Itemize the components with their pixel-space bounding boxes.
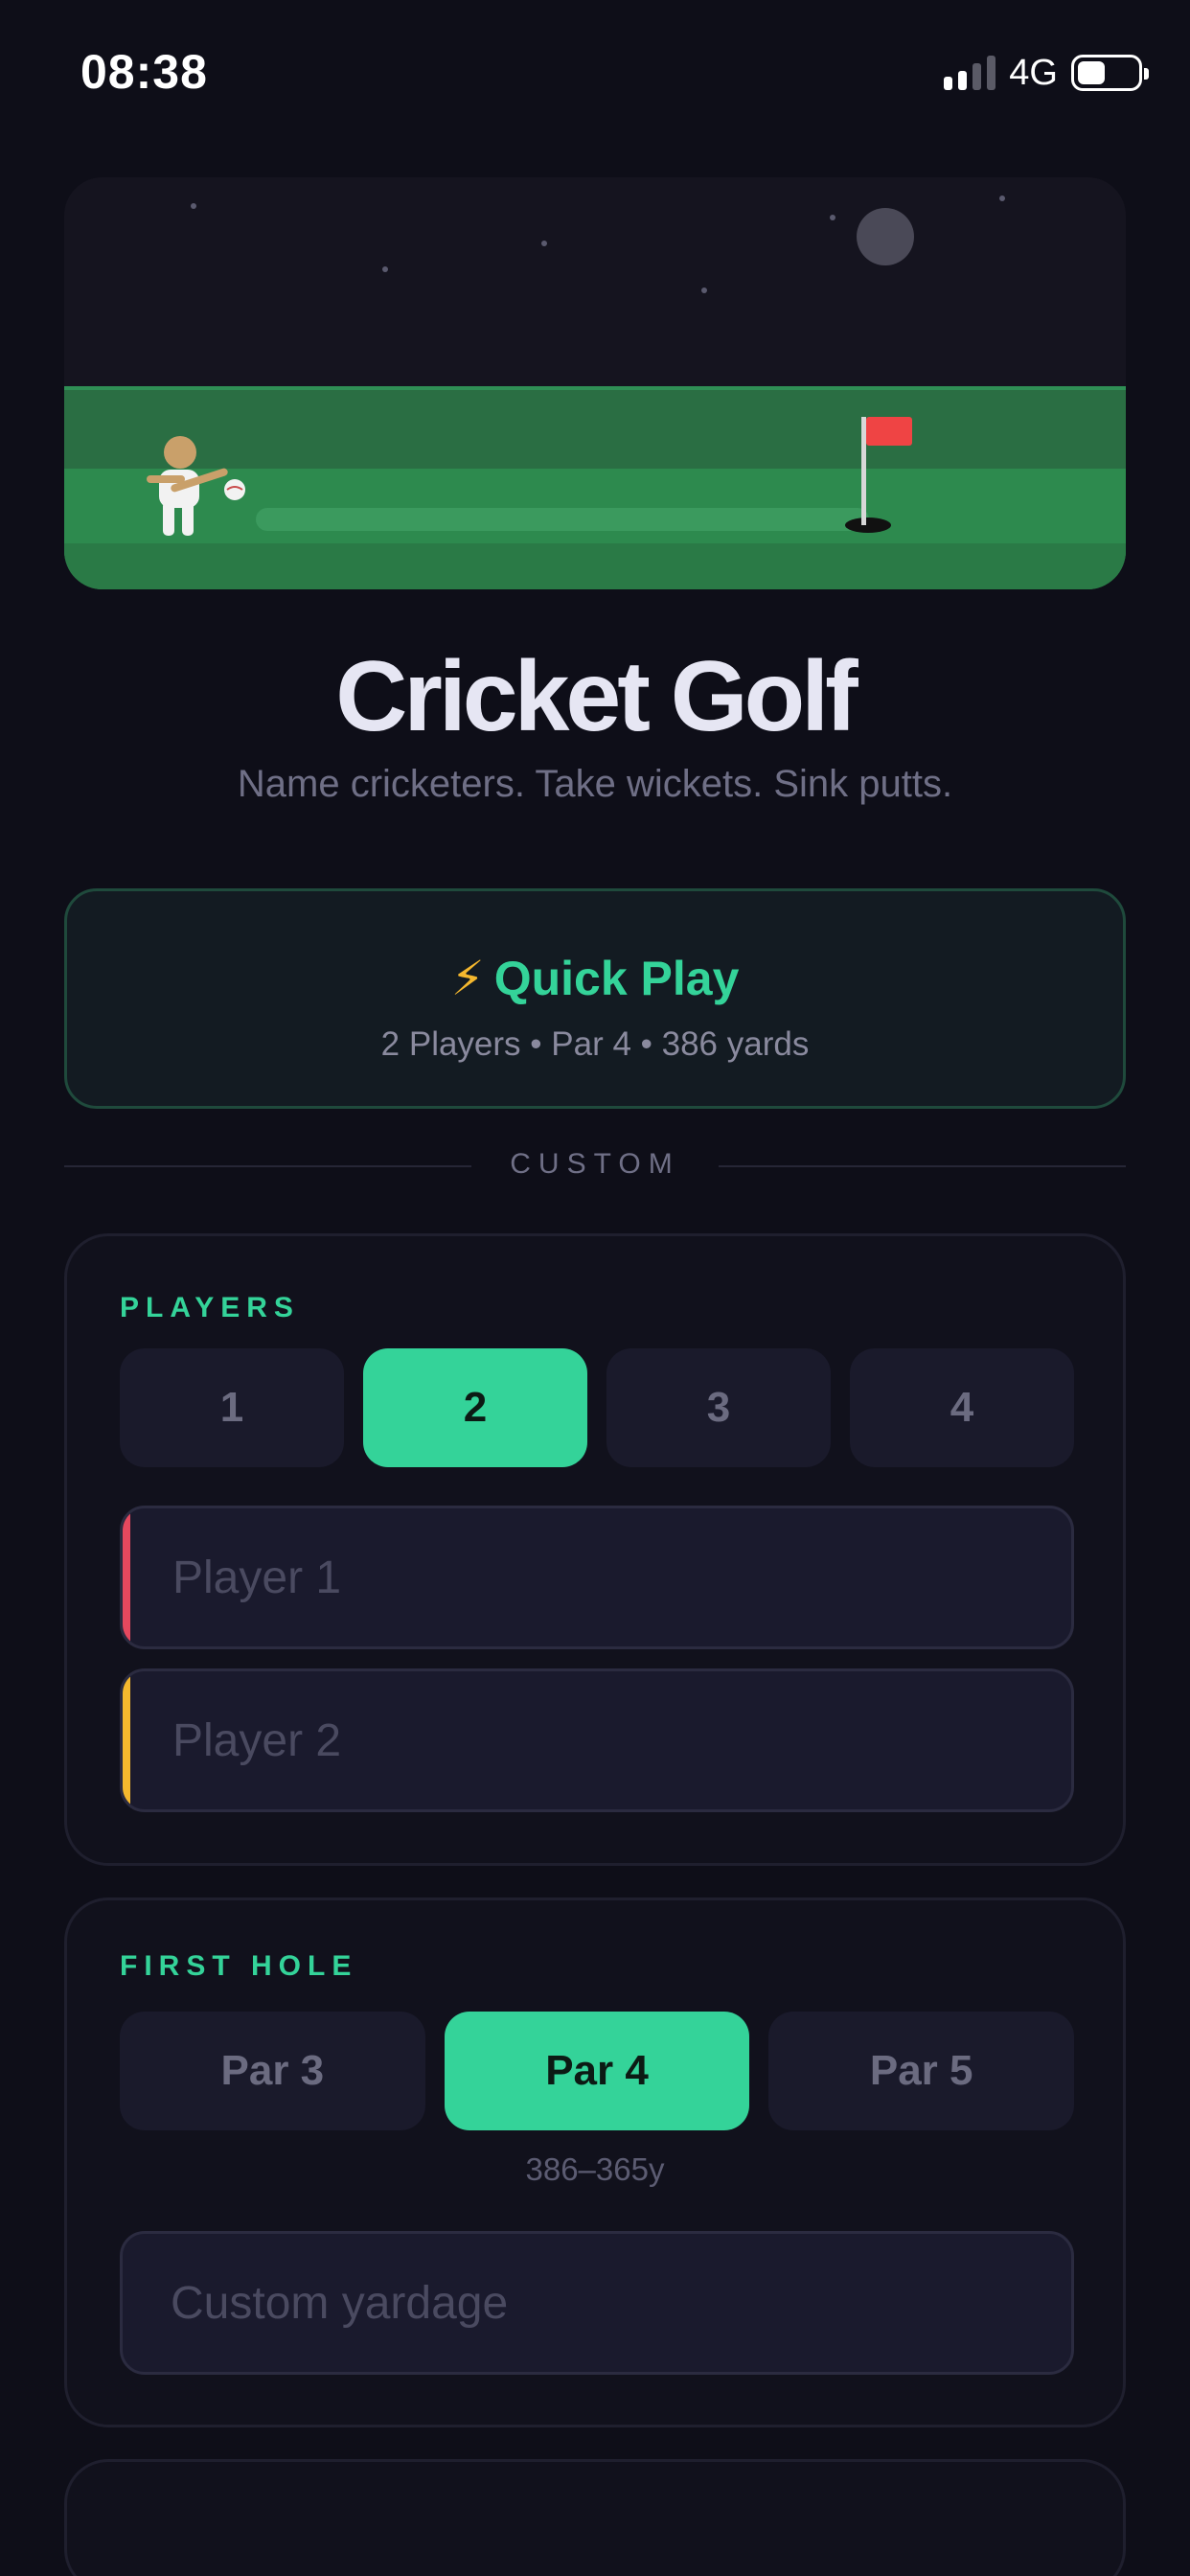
network-type: 4G <box>1009 52 1058 93</box>
player-1-input[interactable] <box>123 1508 1071 1646</box>
players-card: PLAYERS 1 2 3 4 <box>64 1233 1126 1866</box>
player-count-option[interactable]: 3 <box>606 1348 831 1467</box>
status-bar: 08:38 4G <box>0 0 1190 144</box>
player-count-option[interactable]: 1 <box>120 1348 344 1467</box>
signal-icon <box>944 56 996 90</box>
next-card <box>64 2459 1126 2576</box>
divider-line-right <box>719 1165 1126 1167</box>
par-selector: Par 3 Par 4 Par 5 <box>120 2012 1075 2130</box>
player-2-input[interactable] <box>123 1671 1071 1809</box>
custom-yardage-field[interactable] <box>120 2231 1074 2375</box>
hero-illustration <box>64 177 1126 589</box>
moon-icon <box>857 208 914 265</box>
golf-hole-icon <box>845 518 891 533</box>
custom-divider-label: CUSTOM <box>510 1148 680 1180</box>
app-title: Cricket Golf <box>335 641 858 752</box>
player-2-field[interactable] <box>120 1668 1074 1812</box>
quick-play-label: Quick Play <box>493 952 740 1005</box>
player-count-selector: 1 2 3 4 <box>120 1348 1074 1467</box>
first-hole-section-label: FIRST HOLE <box>120 1950 358 1982</box>
app-subtitle: Name cricketers. Take wickets. Sink putt… <box>237 763 953 805</box>
lightning-icon: ⚡ <box>450 952 485 1005</box>
players-section-label: PLAYERS <box>120 1292 300 1323</box>
app-screen: 08:38 4G Cricket Golf Name cricketers. T… <box>0 0 1190 2576</box>
yard-range-text: 386–365y <box>525 2151 665 2187</box>
par-option[interactable]: Par 3 <box>120 2012 425 2130</box>
quick-play-details: 2 Players • Par 4 • 386 yards <box>380 1025 810 1063</box>
par-option[interactable]: Par 5 <box>768 2012 1075 2130</box>
status-time: 08:38 <box>80 45 208 99</box>
quick-play-button[interactable]: ⚡ Quick Play 2 Players • Par 4 • 386 yard… <box>64 888 1126 1109</box>
cricket-ball-icon <box>224 479 245 500</box>
custom-divider: CUSTOM <box>64 1148 1126 1183</box>
par-option[interactable]: Par 4 <box>444 2012 750 2130</box>
quick-play-title: ⚡ Quick Play <box>67 951 1123 1006</box>
battery-icon <box>1071 55 1149 91</box>
custom-yardage-input[interactable] <box>123 2234 1071 2372</box>
first-hole-card: FIRST HOLE Par 3 Par 4 Par 5 386–365y <box>64 1898 1126 2427</box>
status-indicators: 4G <box>944 52 1149 94</box>
player-count-option[interactable]: 2 <box>363 1348 587 1467</box>
player-count-option[interactable]: 4 <box>850 1348 1074 1467</box>
player-1-field[interactable] <box>120 1506 1074 1649</box>
